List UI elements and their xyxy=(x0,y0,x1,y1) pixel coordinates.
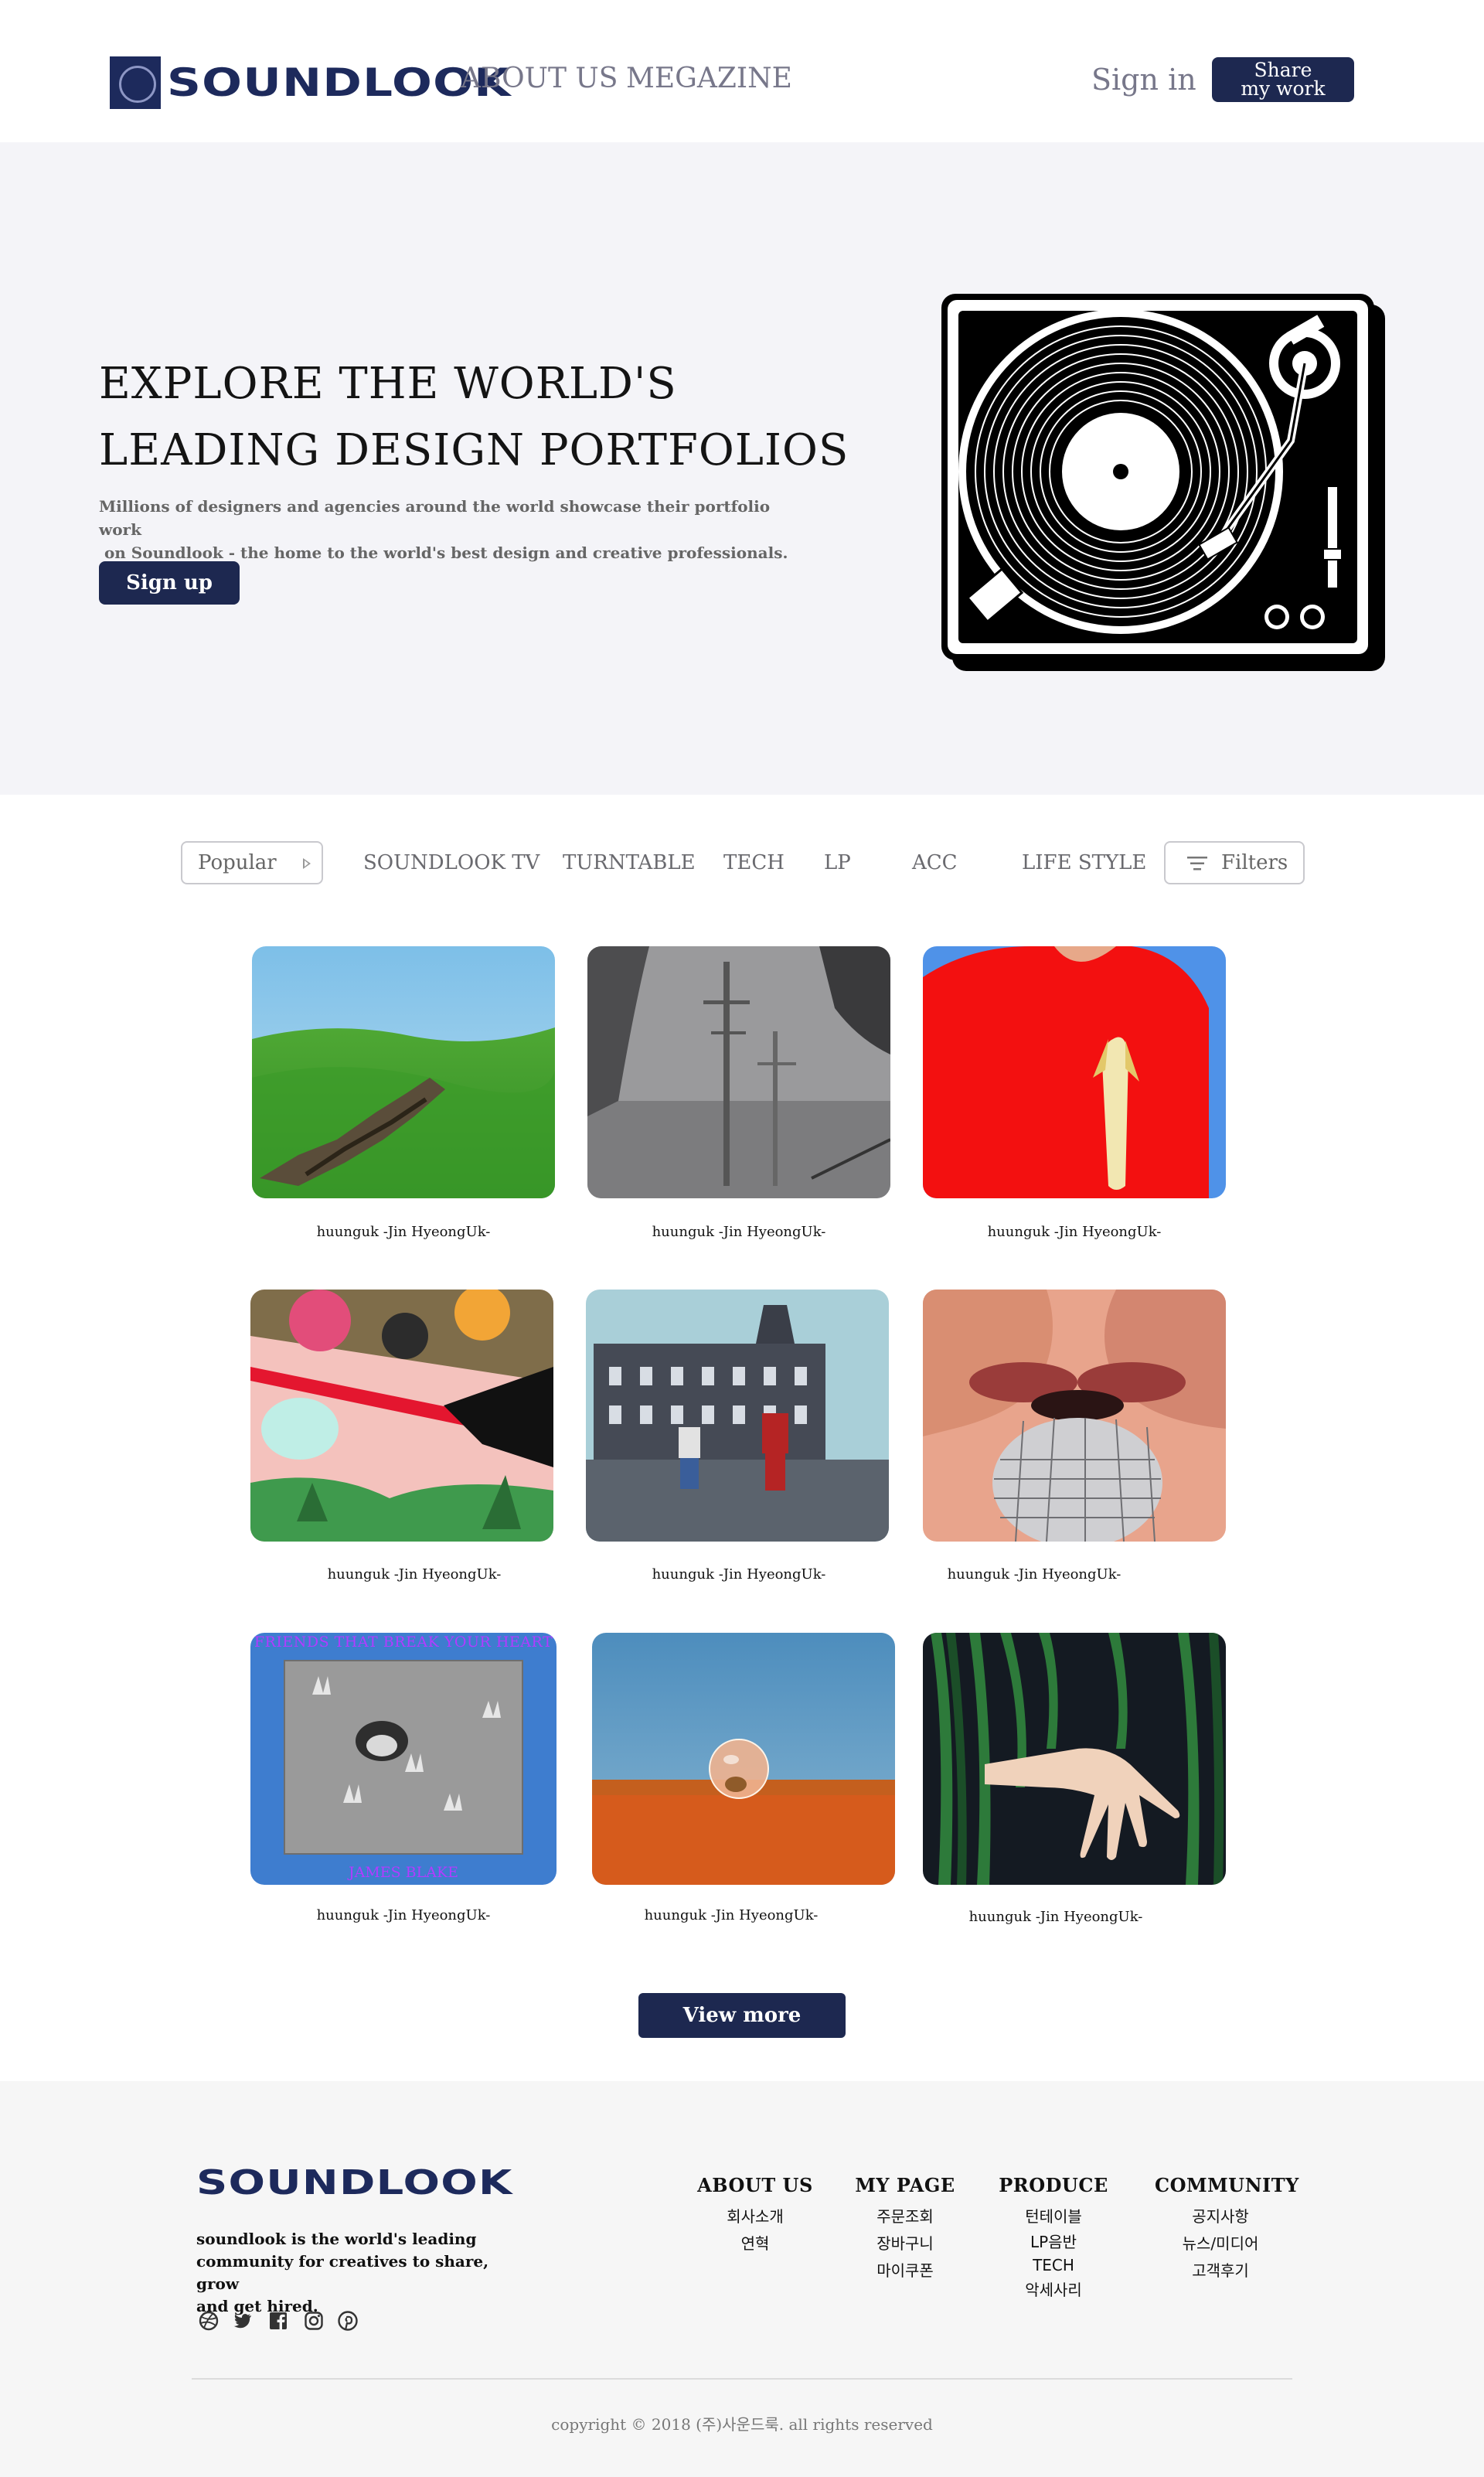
pink-collage-image-icon xyxy=(250,1290,553,1542)
site-header: SOUNDLOOK ABOUT US MEGAZINE Sign in Shar… xyxy=(0,0,1484,142)
glass-bubble-image-icon xyxy=(592,1633,895,1885)
footer-column-produce: PRODUCE 턴테이블 LP음반 TECH 악세사리 xyxy=(988,2174,1119,2304)
category-turntable[interactable]: TURNTABLE xyxy=(563,849,696,877)
card-caption: huunguk -Jin HyeongUk- xyxy=(947,1566,1122,1583)
hero-section: EXPLORE THE WORLD'S LEADING DESIGN PORTF… xyxy=(0,142,1484,795)
card-caption: huunguk -Jin HyeongUk- xyxy=(987,1224,1162,1240)
footer-column-title: ABOUT US xyxy=(697,2174,813,2196)
category-tech[interactable]: TECH xyxy=(723,849,785,877)
copyright-text: copyright © 2018 (주)사운드룩. all rights res… xyxy=(551,2415,933,2434)
sign-in-link[interactable]: Sign in xyxy=(1091,62,1196,97)
green-hills-image-icon xyxy=(252,946,555,1198)
footer-logo[interactable]: SOUNDLOOK xyxy=(196,2166,513,2200)
filters-label: Filters xyxy=(1221,851,1288,874)
turntable-illustration-icon xyxy=(941,294,1385,671)
filters-button[interactable]: Filters xyxy=(1164,841,1305,884)
footer-link[interactable]: 공지사항 xyxy=(1155,2203,1286,2230)
footer-link[interactable]: 장바구니 xyxy=(839,2230,971,2257)
hero-title-line2: LEADING DESIGN PORTFOLIOS xyxy=(99,425,849,475)
lips-microphone-image-icon xyxy=(923,1290,1226,1542)
share-my-work-button[interactable]: Share my work xyxy=(1212,57,1354,102)
sort-dropdown-label: Popular xyxy=(198,851,277,874)
hero-description: Millions of designers and agencies aroun… xyxy=(99,495,810,564)
share-label-line2: my work xyxy=(1241,77,1326,100)
footer-link[interactable]: 마이쿠폰 xyxy=(839,2257,971,2284)
logo[interactable]: SOUNDLOOK xyxy=(110,56,510,110)
footer-column-title: COMMUNITY xyxy=(1155,2174,1299,2196)
category-soundlook-tv[interactable]: SOUNDLOOK TV xyxy=(363,849,539,877)
footer-column-title: MY PAGE xyxy=(855,2174,955,2196)
caret-right-icon xyxy=(303,858,311,869)
portfolio-card-image[interactable] xyxy=(586,1290,889,1542)
dribbble-icon[interactable] xyxy=(198,2310,220,2332)
portfolio-card-image[interactable] xyxy=(252,946,555,1198)
portfolio-card-image[interactable]: FRIENDS THAT BREAK YOUR HEART JAMES BLAK… xyxy=(250,1633,556,1885)
footer-link[interactable]: 악세사리 xyxy=(988,2277,1119,2304)
view-more-button[interactable]: View more xyxy=(638,1993,846,2038)
portfolio-card-image[interactable] xyxy=(923,1633,1226,1885)
logo-mark-icon xyxy=(110,56,161,109)
footer-link[interactable]: 고객후기 xyxy=(1155,2257,1286,2284)
hand-in-grass-image-icon xyxy=(923,1633,1226,1885)
nav-about-us[interactable]: ABOUT US xyxy=(461,62,618,96)
footer-column-community: COMMUNITY 공지사항 뉴스/미디어 고객후기 xyxy=(1155,2174,1299,2284)
footer-link[interactable]: 주문조회 xyxy=(839,2203,971,2230)
footer-link[interactable]: 턴테이블 xyxy=(988,2203,1119,2230)
pinterest-icon[interactable] xyxy=(337,2310,359,2332)
category-acc[interactable]: ACC xyxy=(912,849,958,877)
footer-about-text: soundlook is the world's leading communi… xyxy=(196,2228,521,2318)
hero-title-line1: EXPLORE THE WORLD'S xyxy=(99,359,677,409)
card-caption: huunguk -Jin HyeongUk- xyxy=(316,1907,491,1923)
album-cover-title: FRIENDS THAT BREAK YOUR HEART xyxy=(254,1634,553,1651)
card-caption: huunguk -Jin HyeongUk- xyxy=(652,1224,826,1240)
twitter-icon[interactable] xyxy=(232,2310,254,2332)
foggy-poles-image-icon xyxy=(587,946,890,1198)
red-shirt-banana-image-icon xyxy=(923,946,1226,1198)
footer-about-line2: community for creatives to share, grow xyxy=(196,2252,489,2293)
category-lp[interactable]: LP xyxy=(824,849,851,877)
hero-desc-line1: Millions of designers and agencies aroun… xyxy=(99,497,771,539)
card-caption: huunguk -Jin HyeongUk- xyxy=(327,1566,502,1583)
kids-in-fog-image-icon xyxy=(586,1290,889,1542)
card-caption: huunguk -Jin HyeongUk- xyxy=(316,1224,491,1240)
hero-desc-line2: on Soundlook - the home to the world's b… xyxy=(99,543,788,562)
footer-link[interactable]: 회사소개 xyxy=(689,2203,821,2230)
footer-link[interactable]: 뉴스/미디어 xyxy=(1155,2230,1286,2257)
site-footer: SOUNDLOOK soundlook is the world's leadi… xyxy=(0,2081,1484,2477)
portfolio-card-image[interactable] xyxy=(250,1290,553,1542)
card-caption: huunguk -Jin HyeongUk- xyxy=(968,1909,1143,1925)
sort-dropdown[interactable]: Popular xyxy=(181,841,323,884)
footer-link[interactable]: LP음반 xyxy=(988,2230,1119,2254)
facebook-icon[interactable] xyxy=(267,2310,289,2332)
card-caption: huunguk -Jin HyeongUk- xyxy=(652,1566,826,1583)
portfolio-card-image[interactable] xyxy=(587,946,890,1198)
album-cover-image-icon xyxy=(250,1633,556,1885)
footer-divider xyxy=(192,2378,1292,2380)
footer-link[interactable]: TECH xyxy=(988,2254,1119,2277)
footer-link[interactable]: 연혁 xyxy=(689,2230,821,2257)
portfolio-card-image[interactable] xyxy=(923,1290,1226,1542)
footer-about-line1: soundlook is the world's leading xyxy=(196,2230,477,2248)
footer-column-title: PRODUCE xyxy=(999,2174,1108,2196)
hero-title: EXPLORE THE WORLD'S LEADING DESIGN PORTF… xyxy=(99,351,849,484)
portfolio-card-image[interactable] xyxy=(592,1633,895,1885)
card-caption: huunguk -Jin HyeongUk- xyxy=(644,1907,819,1923)
category-life-style[interactable]: LIFE STYLE xyxy=(1022,849,1146,877)
nav-megazine[interactable]: MEGAZINE xyxy=(626,62,792,96)
logo-text: SOUNDLOOK xyxy=(167,60,512,105)
sign-up-button[interactable]: Sign up xyxy=(99,561,240,605)
footer-column-about-us: ABOUT US 회사소개 연혁 xyxy=(689,2174,821,2257)
footer-column-my-page: MY PAGE 주문조회 장바구니 마이쿠폰 xyxy=(839,2174,971,2284)
portfolio-card-image[interactable] xyxy=(923,946,1226,1198)
instagram-icon[interactable] xyxy=(303,2310,325,2332)
filter-lines-icon xyxy=(1187,857,1207,871)
album-cover-artist: JAMES BLAKE xyxy=(348,1864,459,1881)
